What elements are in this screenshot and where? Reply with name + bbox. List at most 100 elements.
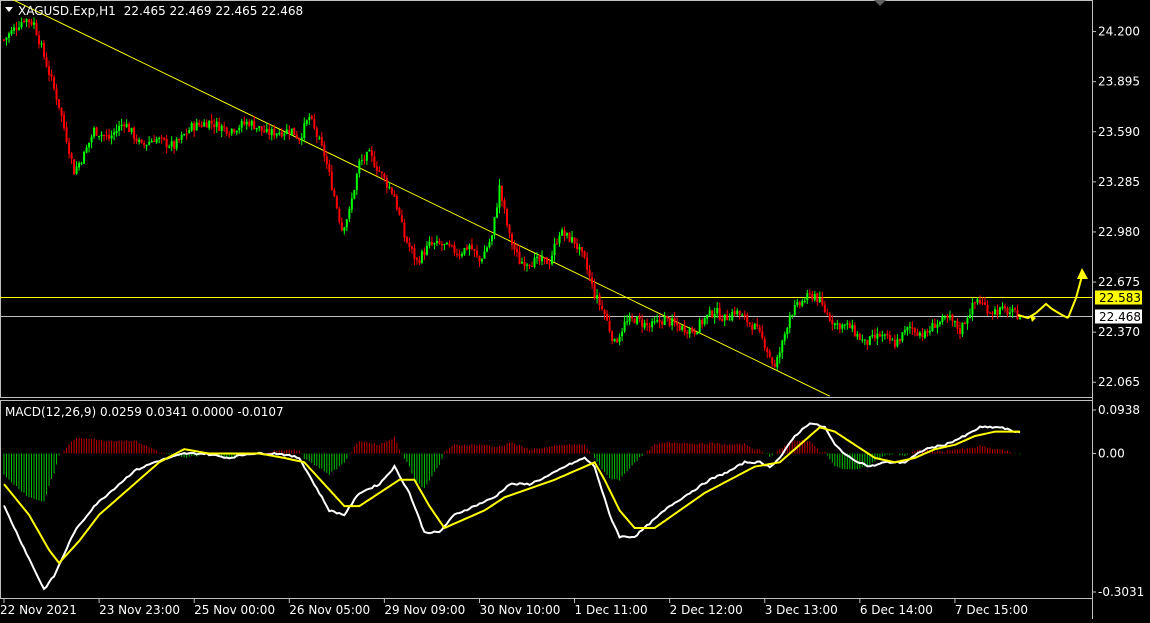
candle-bear [403, 222, 406, 238]
candle-bear [108, 134, 111, 139]
candle-bull [33, 22, 36, 25]
candle-bull [88, 142, 91, 148]
candle-bull [908, 326, 911, 328]
candle-bear [548, 263, 551, 265]
candle-bear [668, 317, 671, 326]
candle-bear [686, 332, 689, 334]
candle-bear [691, 327, 694, 332]
candle-bear [455, 253, 458, 255]
candle-bull [541, 256, 544, 262]
price-chart[interactable]: 24.200 23.895 23.590 23.285 22.980 22.675 22.3… [0, 0, 1150, 619]
candle-bear [423, 251, 426, 256]
candle-bear [523, 261, 526, 267]
candle-bull [1019, 317, 1021, 320]
time-tick-label: 22 Nov 2021 [0, 603, 77, 617]
candle-bull [150, 140, 153, 143]
candle-bull [663, 316, 666, 325]
candle-bear [611, 331, 614, 341]
candle-bull [285, 129, 288, 134]
candle-bull [290, 128, 293, 135]
candle-bull [776, 357, 779, 368]
candle-bull [345, 219, 348, 228]
candle-bear [808, 293, 811, 295]
candle-bear [768, 351, 771, 357]
candle-bear [28, 19, 31, 23]
candle-bull [818, 298, 821, 302]
candle-bull [20, 21, 23, 28]
candle-bear [43, 42, 46, 57]
candle-bear [55, 88, 58, 101]
time-tick-label: 30 Nov 10:00 [479, 603, 560, 617]
candle-bull [571, 236, 574, 243]
candle-bear [898, 338, 901, 342]
candle-bear [996, 309, 999, 315]
time-tick-label: 7 Dec 15:00 [955, 603, 1028, 617]
candle-bull [480, 259, 483, 262]
candle-bear [45, 57, 48, 67]
candle-bull [118, 125, 121, 131]
candle-bear [448, 243, 451, 246]
candle-bull [796, 301, 799, 305]
candle-bear [648, 325, 651, 328]
candle-bear [475, 250, 478, 256]
candle-bear [763, 338, 766, 348]
candle-bull [971, 302, 974, 315]
candle-bull [708, 310, 711, 316]
candle-bear [973, 302, 976, 304]
candle-bear [268, 128, 271, 136]
candle-bull [723, 314, 726, 321]
candle-bear [200, 125, 203, 127]
candle-bear [823, 304, 826, 312]
candle-bear [450, 245, 453, 247]
candle-bear [50, 74, 53, 77]
candle-bull [841, 324, 844, 329]
candle-bear [673, 318, 676, 323]
candle-bear [738, 310, 741, 315]
candle-bull [1011, 308, 1014, 312]
candle-bull [495, 207, 498, 218]
candle-bull [483, 251, 486, 259]
candle-bull [871, 335, 874, 337]
candle-bull [833, 323, 836, 326]
chart-window[interactable]: 24.200 23.895 23.590 23.285 22.980 22.675 22.3… [0, 0, 1150, 619]
candle-bull [651, 321, 654, 328]
candle-bear [538, 256, 541, 262]
candle-bull [741, 314, 744, 316]
candle-bull [433, 243, 436, 245]
candle-bear [556, 243, 559, 245]
candle-bull [628, 317, 631, 322]
candle-bull [250, 120, 253, 126]
candle-bear [601, 305, 604, 310]
candle-bull [578, 247, 581, 250]
candle-bear [373, 156, 376, 167]
candle-bull [688, 328, 691, 335]
candle-bear [335, 196, 338, 209]
candle-bear [988, 312, 991, 314]
candle-bear [378, 170, 381, 172]
candle-bull [388, 187, 391, 189]
candle-bear [228, 134, 231, 136]
candle-bear [70, 153, 73, 159]
candle-bear [756, 323, 759, 327]
candle-bull [846, 323, 849, 325]
candle-bull [493, 217, 496, 236]
time-tick-label: 6 Dec 14:00 [860, 603, 933, 617]
candle-bull [936, 324, 939, 328]
candle-bull [558, 235, 561, 244]
candle-bull [183, 134, 186, 136]
candle-bull [896, 339, 899, 347]
candle-bull [308, 116, 311, 120]
candle-bear [743, 314, 746, 316]
candle-bull [265, 128, 268, 132]
candle-bull [428, 241, 431, 246]
candle-bull [80, 163, 83, 165]
candle-bear [205, 122, 208, 128]
candle-bear [328, 163, 331, 172]
candle-bull [618, 336, 621, 342]
candle-bull [75, 166, 78, 174]
candle-bull [621, 331, 624, 337]
candle-bear [315, 128, 318, 137]
price-tick-label: 23.590 [1098, 125, 1140, 139]
candle-bear [418, 260, 421, 263]
candle-bear [248, 121, 251, 126]
